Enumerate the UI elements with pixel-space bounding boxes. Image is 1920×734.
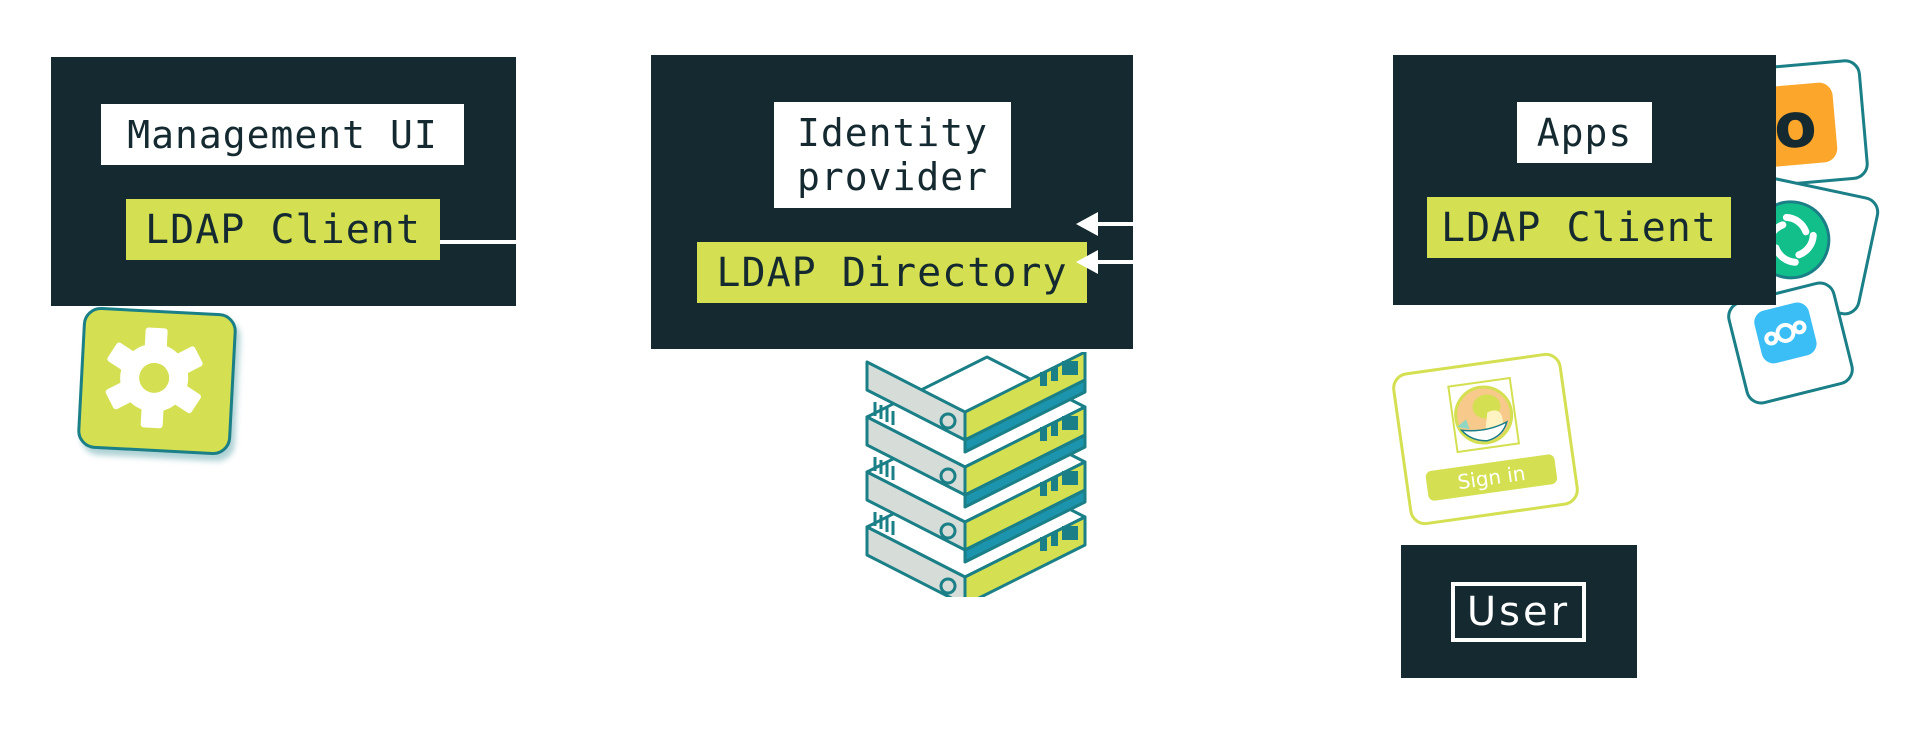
- identity-provider-box: Identity provider LDAP Directory: [651, 55, 1133, 349]
- identity-provider-title-line2: provider: [796, 155, 989, 199]
- login-card: Sign in: [1390, 350, 1581, 528]
- nextcloud-icon: [1751, 299, 1820, 366]
- connector-apps-to-directory: [1098, 260, 1133, 264]
- apps-ldap-client-label: LDAP Client: [1427, 197, 1731, 258]
- avatar-illustration: [1447, 376, 1521, 454]
- management-ldap-client-label: LDAP Client: [126, 199, 440, 260]
- ldap-directory-label: LDAP Directory: [697, 242, 1087, 303]
- arrow-left-icon: [1076, 212, 1098, 236]
- gear-tile: [76, 306, 238, 456]
- identity-provider-title-line1: Identity: [796, 111, 989, 155]
- apps-box: Apps LDAP Client: [1393, 55, 1776, 305]
- identity-provider-title: Identity provider: [774, 102, 1011, 208]
- user-box: User: [1401, 545, 1637, 678]
- connector-management-to-directory: [440, 240, 516, 244]
- arrow-left-icon: [1076, 250, 1098, 274]
- management-ui-title: Management UI: [101, 104, 464, 165]
- user-label: User: [1451, 582, 1586, 642]
- connector-apps-to-idp: [1098, 222, 1133, 226]
- apps-title: Apps: [1517, 102, 1652, 163]
- sign-in-button[interactable]: Sign in: [1424, 453, 1558, 502]
- gear-icon: [105, 327, 203, 429]
- management-ui-box: Management UI LDAP Client: [51, 57, 516, 306]
- server-stack-icon: [865, 352, 1087, 597]
